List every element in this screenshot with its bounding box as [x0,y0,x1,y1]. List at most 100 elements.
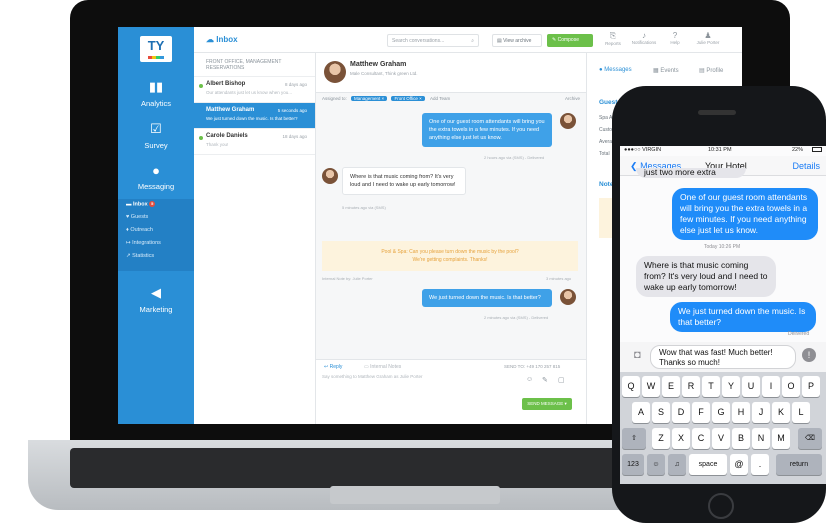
key[interactable]: L [792,402,810,423]
details-button[interactable]: Details [792,161,820,171]
key[interactable]: C [692,428,710,449]
profile-icon: ▤ [699,68,705,74]
archive-icon: ▤ [497,38,502,44]
assignee-tag[interactable]: Front Office × [391,96,425,101]
assigned-label: Assigned to: [322,96,347,101]
subnav-guests[interactable]: ♥ Guests [118,212,194,225]
tab-internal-notes[interactable]: ▭ Internal Notes [364,364,401,370]
internal-note: Pool & Spa: Can you please turn down the… [322,241,578,271]
conversation-filter[interactable]: FRONT OFFICE, MANAGEMENT RESERVATIONS [194,53,315,77]
tab-events-label: Events [660,68,679,74]
key[interactable]: M [772,428,790,449]
message-input[interactable]: Wow that was fast! Much better! Thanks s… [650,345,796,369]
microphone-icon: ♫ [674,461,680,468]
internal-note-line: We're getting complaints. Thanks! [412,257,488,263]
return-key[interactable]: return [776,454,822,475]
subnav-integrations[interactable]: ↦ Integrations [118,238,194,251]
numbers-key[interactable]: 123 [622,454,644,475]
space-key[interactable]: space [689,454,727,475]
chat-icon: ● [152,163,160,178]
notifications-button[interactable]: ♪ Notifications [630,31,658,45]
key[interactable]: D [672,402,690,423]
sidebar-item-messaging[interactable]: ● Messaging [118,163,194,191]
key[interactable]: X [672,428,690,449]
key[interactable]: B [732,428,750,449]
subnav-label: Guests [130,214,149,220]
tab-events[interactable]: ▦ Events [653,67,679,74]
key[interactable]: Y [722,376,740,397]
sidebar-item-marketing[interactable]: ◀ Marketing [118,285,194,314]
key[interactable]: R [682,376,700,397]
subnav-inbox[interactable]: ▬ Inbox 5 [118,199,194,212]
key[interactable]: V [712,428,730,449]
note-card [599,198,613,238]
reports-button[interactable]: ⎘ Reports [599,31,627,46]
shift-key[interactable]: ⇧ [622,428,646,449]
emoji-key[interactable]: ☺ [647,454,665,475]
reply-textarea[interactable]: Say something to Matthew Graham as Julie… [322,374,512,412]
app-logo[interactable]: TY [140,36,172,62]
online-status-dot [199,136,203,140]
search-input[interactable]: Search conversations... ⌕ [387,34,479,47]
tab-messages[interactable]: ● Messages [599,67,632,73]
user-menu[interactable]: ♟ Julie Porter [694,31,722,45]
chat-header: Matthew Graham Male Consultant, Think gr… [316,53,586,93]
camera-icon[interactable]: ◘ [634,349,641,361]
carrier: ●●●○○ VIRGIN [624,147,662,153]
key[interactable]: O [782,376,800,397]
key[interactable]: F [692,402,710,423]
conversation-item[interactable]: Carole Daniels 18 days ago Thank you! [194,129,315,155]
sidebar-item-survey[interactable]: ☑ Survey [118,121,194,150]
emoji-icon[interactable]: ☺ [526,376,533,383]
key[interactable]: N [752,428,770,449]
page-title: ☁ Inbox [206,35,238,44]
message-bubble-incoming: just two more extra towels [636,168,746,178]
compose-button[interactable]: ✎ Compose [547,34,593,47]
audio-record-icon[interactable]: ! [802,348,816,362]
integrations-icon: ↦ [126,240,131,246]
key[interactable]: K [772,402,790,423]
dictation-key[interactable]: ♫ [668,454,686,475]
assignee-tag[interactable]: Management × [351,96,388,101]
tab-profile[interactable]: ▤ Profile [699,67,723,74]
key[interactable]: Q [622,376,640,397]
archive-link[interactable]: Archive [565,96,580,101]
key[interactable]: Z [652,428,670,449]
key[interactable]: W [642,376,660,397]
key[interactable]: A [632,402,650,423]
conversation-item[interactable]: Albert Bishop 8 days ago Our attendants … [194,77,315,103]
template-icon[interactable]: ▢ [558,376,565,384]
at-key[interactable]: @ [730,454,748,475]
sidebar-item-analytics[interactable]: ▮▮ Analytics [118,79,194,108]
add-team-link[interactable]: Add Team [430,96,450,101]
period-key[interactable]: . [751,454,769,475]
help-button[interactable]: ? Help [661,31,689,45]
key[interactable]: G [712,402,730,423]
backspace-key[interactable]: ⌫ [798,428,822,449]
key[interactable]: U [742,376,760,397]
megaphone-icon: ◀ [151,285,161,300]
subnav-statistics[interactable]: ↗ Statistics [118,251,194,264]
chat-panel: Matthew Graham Male Consultant, Think gr… [316,53,586,424]
pencil-icon: ✎ [552,37,557,43]
conversation-time: 8 days ago [284,82,307,87]
tab-reply[interactable]: ↩ Reply [324,364,342,370]
compose-label: Compose [557,37,579,43]
search-icon: ⌕ [471,38,474,44]
conversation-item-selected[interactable]: Matthew Graham 5 seconds ago We just tur… [194,103,315,129]
key[interactable]: I [762,376,780,397]
key[interactable]: S [652,402,670,423]
attachment-icon[interactable]: ✎ [542,376,548,384]
key[interactable]: T [702,376,720,397]
send-message-button[interactable]: SEND MESSAGE ▾ [522,398,572,410]
avatar [560,289,576,305]
key[interactable]: J [752,402,770,423]
key[interactable]: P [802,376,820,397]
phone-home-button[interactable] [708,493,734,519]
view-archive-button[interactable]: ▤ View archive [492,34,542,47]
key[interactable]: E [662,376,680,397]
notifications-label: Notifications [631,40,657,45]
subnav-outreach[interactable]: ♦ Outreach [118,225,194,238]
guest-field: Total [599,151,610,157]
key[interactable]: H [732,402,750,423]
